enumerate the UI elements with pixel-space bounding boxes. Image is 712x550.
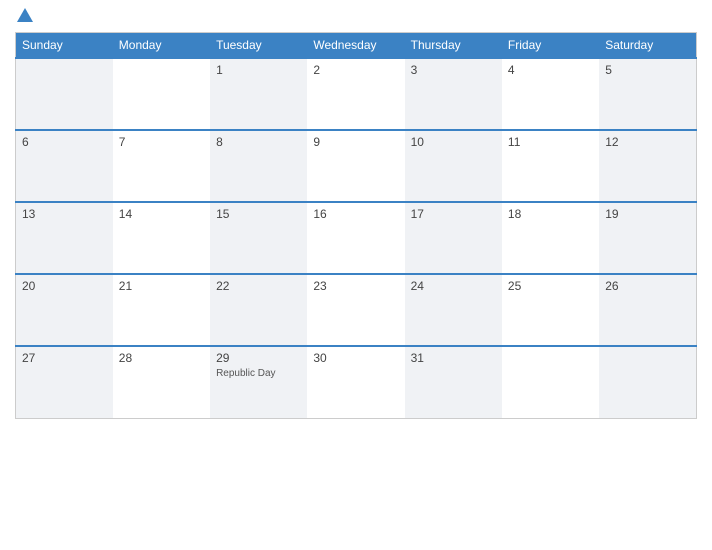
- calendar-week-row: 27 28 29 Republic Day 30 31: [16, 346, 697, 418]
- calendar-cell: 3: [405, 58, 502, 130]
- calendar-cell: 11: [502, 130, 599, 202]
- day-number: 7: [119, 135, 204, 149]
- day-number: 30: [313, 351, 398, 365]
- day-number: 28: [119, 351, 204, 365]
- header-friday: Friday: [502, 33, 599, 59]
- day-number: 3: [411, 63, 496, 77]
- calendar-cell: 14: [113, 202, 210, 274]
- calendar-cell: 31: [405, 346, 502, 418]
- days-header-row: SundayMondayTuesdayWednesdayThursdayFrid…: [16, 33, 697, 59]
- calendar-cell: 7: [113, 130, 210, 202]
- day-number: 18: [508, 207, 593, 221]
- calendar-cell: 10: [405, 130, 502, 202]
- calendar-cell: 21: [113, 274, 210, 346]
- day-number: 8: [216, 135, 301, 149]
- day-number: 10: [411, 135, 496, 149]
- day-number: 14: [119, 207, 204, 221]
- day-number: 25: [508, 279, 593, 293]
- calendar-table: SundayMondayTuesdayWednesdayThursdayFrid…: [15, 32, 697, 419]
- day-number: 26: [605, 279, 690, 293]
- calendar-cell: 6: [16, 130, 113, 202]
- calendar-week-row: 13 14 15 16 17 18 19: [16, 202, 697, 274]
- calendar-cell: 2: [307, 58, 404, 130]
- calendar-cell: 1: [210, 58, 307, 130]
- day-number: 24: [411, 279, 496, 293]
- day-number: 4: [508, 63, 593, 77]
- calendar-cell: [113, 58, 210, 130]
- day-number: 15: [216, 207, 301, 221]
- logo: [15, 10, 33, 24]
- day-number: 21: [119, 279, 204, 293]
- day-number: 27: [22, 351, 107, 365]
- calendar-cell: 9: [307, 130, 404, 202]
- header-monday: Monday: [113, 33, 210, 59]
- calendar-cell: 16: [307, 202, 404, 274]
- header-saturday: Saturday: [599, 33, 696, 59]
- calendar-cell: 22: [210, 274, 307, 346]
- calendar-week-row: 6789 10 11 12: [16, 130, 697, 202]
- calendar-cell: 20: [16, 274, 113, 346]
- header-wednesday: Wednesday: [307, 33, 404, 59]
- calendar-cell: [502, 346, 599, 418]
- calendar-cell: 29 Republic Day: [210, 346, 307, 418]
- calendar-cell: 24: [405, 274, 502, 346]
- day-number: 12: [605, 135, 690, 149]
- calendar-cell: 18: [502, 202, 599, 274]
- day-number: 9: [313, 135, 398, 149]
- day-number: 20: [22, 279, 107, 293]
- calendar-cell: 5: [599, 58, 696, 130]
- day-number: 6: [22, 135, 107, 149]
- day-event: Republic Day: [216, 368, 275, 379]
- calendar-cell: 19: [599, 202, 696, 274]
- day-number: 13: [22, 207, 107, 221]
- calendar-cell: 25: [502, 274, 599, 346]
- day-number: 29: [216, 351, 301, 365]
- header: [15, 10, 697, 24]
- calendar-cell: 27: [16, 346, 113, 418]
- calendar-cell: 26: [599, 274, 696, 346]
- calendar-cell: 28: [113, 346, 210, 418]
- calendar-page: SundayMondayTuesdayWednesdayThursdayFrid…: [0, 0, 712, 550]
- calendar-cell: 8: [210, 130, 307, 202]
- header-thursday: Thursday: [405, 33, 502, 59]
- calendar-week-row: 20 21 22 23 24 25 26: [16, 274, 697, 346]
- day-number: 16: [313, 207, 398, 221]
- day-number: 19: [605, 207, 690, 221]
- day-number: 31: [411, 351, 496, 365]
- day-number: 2: [313, 63, 398, 77]
- day-number: 22: [216, 279, 301, 293]
- logo-flag-icon: [17, 8, 33, 22]
- day-number: 23: [313, 279, 398, 293]
- day-number: 11: [508, 135, 593, 149]
- calendar-cell: [599, 346, 696, 418]
- calendar-week-row: 12345: [16, 58, 697, 130]
- calendar-cell: 15: [210, 202, 307, 274]
- day-number: 5: [605, 63, 690, 77]
- header-tuesday: Tuesday: [210, 33, 307, 59]
- day-number: 17: [411, 207, 496, 221]
- calendar-cell: 12: [599, 130, 696, 202]
- calendar-cell: 13: [16, 202, 113, 274]
- header-sunday: Sunday: [16, 33, 113, 59]
- calendar-cell: 30: [307, 346, 404, 418]
- calendar-cell: [16, 58, 113, 130]
- calendar-cell: 4: [502, 58, 599, 130]
- calendar-cell: 23: [307, 274, 404, 346]
- day-number: 1: [216, 63, 301, 77]
- calendar-cell: 17: [405, 202, 502, 274]
